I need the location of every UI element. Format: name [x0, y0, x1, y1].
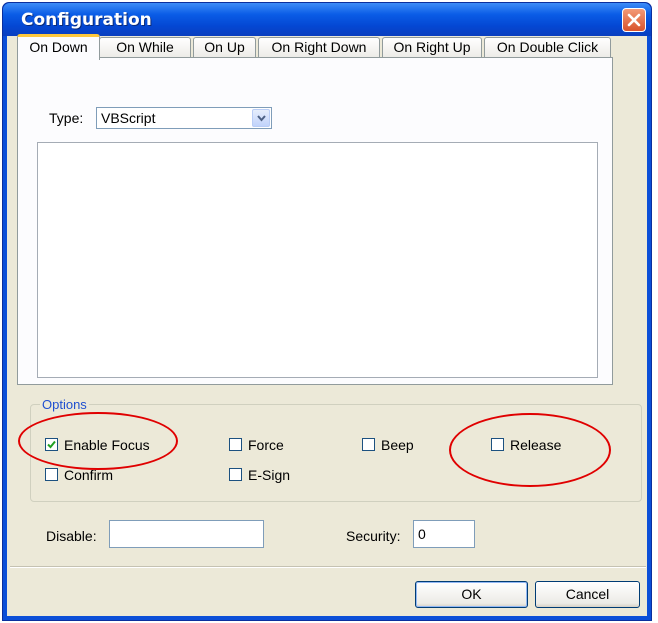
tab-label: On Down	[29, 39, 88, 55]
tab-on-while[interactable]: On While	[99, 37, 191, 58]
separator	[10, 566, 646, 568]
tab-on-double-click[interactable]: On Double Click	[484, 37, 611, 58]
checkbox-box[interactable]	[229, 438, 242, 451]
close-button[interactable]	[622, 8, 646, 32]
annotation-circle-release	[449, 413, 611, 487]
script-editor[interactable]	[37, 142, 598, 378]
tab-label: On Right Down	[271, 39, 367, 55]
tab-label: On Right Up	[393, 39, 471, 55]
ok-button[interactable]: OK	[415, 581, 528, 608]
cancel-button[interactable]: Cancel	[535, 581, 640, 608]
checkbox-box[interactable]	[229, 468, 242, 481]
tab-label: On Up	[204, 39, 245, 55]
tab-label: On While	[116, 39, 174, 55]
annotation-circle-enable-focus	[18, 412, 178, 470]
disable-input[interactable]	[109, 520, 264, 548]
security-input[interactable]: 0	[413, 520, 475, 548]
tab-on-down[interactable]: On Down	[17, 34, 100, 60]
checkbox-label: Beep	[381, 437, 414, 453]
close-icon	[627, 13, 641, 27]
disable-label: Disable:	[46, 528, 97, 544]
tab-on-up[interactable]: On Up	[193, 37, 256, 58]
chevron-down-icon	[257, 115, 266, 122]
type-label: Type:	[49, 110, 84, 126]
window-title: Configuration	[21, 10, 152, 30]
checkbox-box[interactable]	[45, 468, 58, 481]
title-bar[interactable]: Configuration	[3, 3, 651, 36]
dropdown-arrow-button[interactable]	[252, 109, 270, 127]
tab-on-right-down[interactable]: On Right Down	[258, 37, 380, 58]
security-value: 0	[418, 526, 426, 542]
checkbox-box[interactable]	[362, 438, 375, 451]
type-dropdown[interactable]: VBScript	[96, 107, 272, 129]
checkbox-label: E-Sign	[248, 467, 291, 483]
options-group-label: Options	[40, 397, 89, 412]
type-selected-value: VBScript	[101, 110, 156, 126]
tab-label: On Double Click	[496, 39, 599, 55]
checkbox-label: Force	[248, 437, 284, 453]
tab-on-right-up[interactable]: On Right Up	[382, 37, 482, 58]
security-label: Security:	[346, 528, 401, 544]
